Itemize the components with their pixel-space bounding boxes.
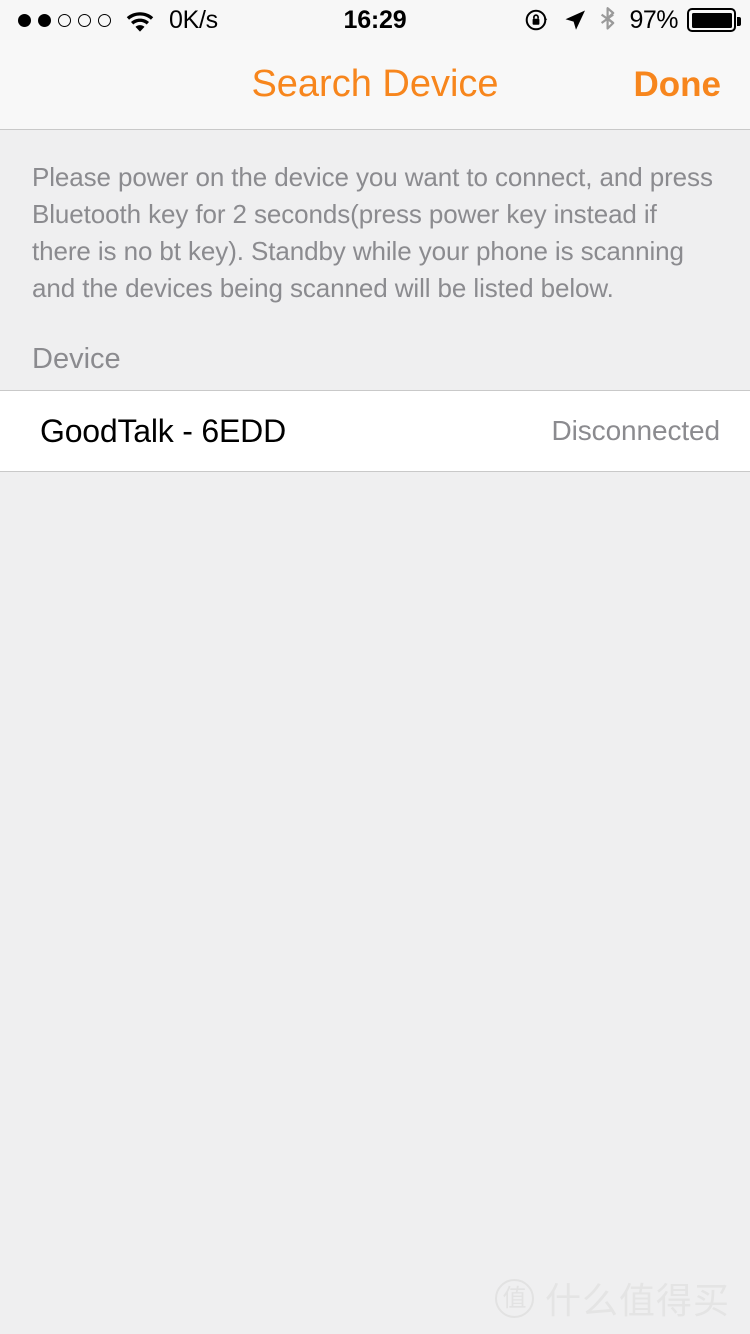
device-list-item[interactable]: GoodTalk - 6EDD Disconnected: [0, 391, 750, 471]
device-list: GoodTalk - 6EDD Disconnected: [0, 390, 750, 472]
app-screen: 0K/s 16:29 97% Search Device Done Please…: [0, 0, 750, 1334]
battery-icon: [687, 8, 741, 32]
instructions-text: Please power on the device you want to c…: [32, 162, 713, 303]
location-arrow-icon: [565, 10, 586, 30]
device-status-label: Disconnected: [551, 415, 721, 446]
navigation-bar: Search Device Done: [0, 40, 750, 130]
main-content: Please power on the device you want to c…: [0, 130, 750, 472]
bluetooth-icon: [601, 7, 615, 30]
status-bar: 0K/s 16:29 97%: [0, 0, 750, 40]
device-section-header: Device: [32, 343, 121, 375]
empty-area: [0, 472, 750, 1334]
battery-percent-label: 97%: [629, 5, 678, 34]
battery-fill: [691, 12, 732, 28]
page-title: Search Device: [251, 63, 499, 105]
done-button[interactable]: Done: [634, 65, 722, 105]
status-bar-right: 97%: [524, 5, 741, 35]
device-name-label: GoodTalk - 6EDD: [40, 412, 286, 449]
rotation-lock-icon: [526, 9, 548, 31]
